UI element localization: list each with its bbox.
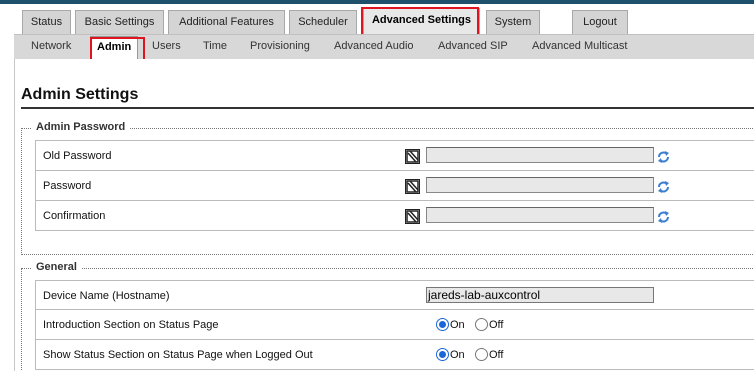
- password-label: Password: [43, 180, 92, 192]
- hostname-input[interactable]: jareds-lab-auxcontrol: [426, 287, 654, 303]
- subtab-provisioning[interactable]: Provisioning: [250, 40, 310, 52]
- show-status-off-label: Off: [489, 349, 504, 361]
- subtab-advanced-sip[interactable]: Advanced SIP: [438, 40, 508, 52]
- show-status-on-label: On: [450, 349, 465, 361]
- tab-basic-settings[interactable]: Basic Settings: [75, 10, 164, 34]
- refresh-icon[interactable]: [656, 180, 671, 194]
- password-field[interactable]: [426, 177, 654, 193]
- password-strength-icon: [405, 149, 420, 164]
- intro-section-label: Introduction Section on Status Page: [43, 319, 219, 331]
- general-table: Device Name (Hostname) jareds-lab-auxcon…: [35, 280, 754, 370]
- password-strength-icon: [405, 179, 420, 194]
- confirmation-label: Confirmation: [43, 210, 106, 222]
- intro-section-on-radio[interactable]: [436, 318, 449, 331]
- legend-admin-password: Admin Password: [32, 121, 130, 133]
- old-password-label: Old Password: [43, 150, 112, 162]
- fieldset-general: General Device Name (Hostname) jareds-la…: [21, 261, 754, 371]
- subtab-network[interactable]: Network: [31, 40, 71, 52]
- password-strength-icon: [405, 209, 420, 224]
- fieldset-admin-password: Admin Password Old Password Password Con…: [21, 121, 754, 255]
- refresh-icon[interactable]: [656, 150, 671, 164]
- tab-status[interactable]: Status: [22, 10, 71, 34]
- highlight-admin: [90, 37, 145, 61]
- tab-scheduler[interactable]: Scheduler: [289, 10, 357, 34]
- intro-section-off-radio[interactable]: [475, 318, 488, 331]
- legend-general: General: [32, 261, 81, 273]
- row-intro-section: Introduction Section on Status Page On O…: [36, 310, 754, 340]
- admin-password-table: Old Password Password Confirmation: [35, 140, 754, 231]
- hostname-label: Device Name (Hostname): [43, 290, 170, 302]
- intro-section-off-label: Off: [489, 319, 504, 331]
- row-password: Password: [36, 171, 754, 201]
- confirmation-field[interactable]: [426, 207, 654, 223]
- show-status-label: Show Status Section on Status Page when …: [43, 349, 313, 361]
- intro-section-on-label: On: [450, 319, 465, 331]
- row-confirmation: Confirmation: [36, 201, 754, 231]
- old-password-field[interactable]: [426, 147, 654, 163]
- tab-logout[interactable]: Logout: [572, 10, 628, 34]
- row-show-status: Show Status Section on Status Page when …: [36, 340, 754, 370]
- show-status-off-radio[interactable]: [475, 348, 488, 361]
- fieldset-bottom-rule: [22, 254, 754, 255]
- tab-additional-features[interactable]: Additional Features: [168, 10, 285, 34]
- row-old-password: Old Password: [36, 141, 754, 171]
- title-rule: [21, 107, 754, 109]
- subtab-users[interactable]: Users: [152, 40, 181, 52]
- subtab-advanced-multicast[interactable]: Advanced Multicast: [532, 40, 627, 52]
- subtab-time[interactable]: Time: [203, 40, 227, 52]
- row-hostname: Device Name (Hostname) jareds-lab-auxcon…: [36, 281, 754, 310]
- page-title: Admin Settings: [21, 86, 139, 103]
- highlight-advanced-settings: [361, 7, 479, 36]
- subtab-advanced-audio[interactable]: Advanced Audio: [334, 40, 414, 52]
- show-status-on-radio[interactable]: [436, 348, 449, 361]
- refresh-icon[interactable]: [656, 210, 671, 224]
- content-panel: Admin Settings Admin Password Old Passwo…: [14, 59, 754, 371]
- tab-system[interactable]: System: [486, 10, 540, 34]
